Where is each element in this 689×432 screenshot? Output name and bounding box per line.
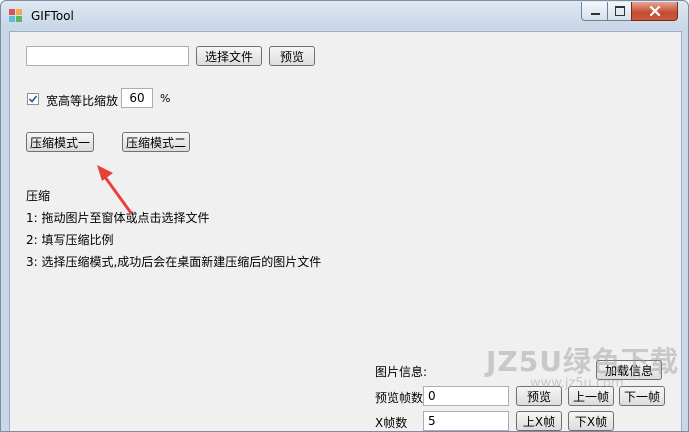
maximize-icon <box>615 6 625 16</box>
preview-frames-label: 预览帧数 <box>375 391 424 405</box>
x-frames-label: X帧数 <box>375 416 408 430</box>
keep-ratio-checkbox[interactable] <box>27 93 39 105</box>
preview-frames-input[interactable] <box>423 386 509 406</box>
image-info-label: 图片信息: <box>375 365 428 379</box>
watermark-url: www.jz5u.com <box>530 376 624 391</box>
checkmark-icon <box>28 95 38 103</box>
watermark-brand: JZ5U绿色下载 <box>486 345 679 378</box>
file-path-input[interactable] <box>26 46 189 66</box>
app-icon <box>9 9 22 22</box>
compress-mode-2-button[interactable]: 压缩模式二 <box>122 132 190 152</box>
x-frames-input[interactable] <box>423 411 509 431</box>
instruction-step-3: 3: 选择压缩模式,成功后会在桌面新建压缩后的图片文件 <box>26 255 322 269</box>
preview-file-button[interactable]: 预览 <box>269 46 315 66</box>
close-icon <box>649 6 660 16</box>
window-title: GIFTool <box>31 9 74 23</box>
up-x-frames-button[interactable]: 上X帧 <box>516 411 562 431</box>
select-file-button[interactable]: 选择文件 <box>196 46 262 66</box>
percent-label: % <box>160 92 171 105</box>
instruction-step-1: 1: 拖动图片至窗体或点击选择文件 <box>26 211 210 225</box>
scale-input[interactable] <box>121 88 153 108</box>
next-frame-button[interactable]: 下一帧 <box>619 386 665 406</box>
title-bar[interactable]: GIFTool <box>1 1 688 31</box>
down-x-frames-button[interactable]: 下X帧 <box>568 411 614 431</box>
keep-ratio-label: 宽高等比缩放 <box>46 94 119 108</box>
app-window: GIFTool 选择文件 预览 宽高等比缩放 % 压缩模式一 压缩模式二 <box>0 0 689 432</box>
instruction-step-2: 2: 填写压缩比例 <box>26 233 114 247</box>
client-area: 选择文件 预览 宽高等比缩放 % 压缩模式一 压缩模式二 压缩 1: 拖动图片至… <box>9 31 682 431</box>
compress-mode-1-button[interactable]: 压缩模式一 <box>26 132 94 152</box>
minimize-button[interactable] <box>581 2 609 21</box>
minimize-icon <box>590 13 600 15</box>
maximize-button[interactable] <box>607 2 633 21</box>
instructions-heading: 压缩 <box>26 189 51 203</box>
close-button[interactable] <box>631 2 678 21</box>
